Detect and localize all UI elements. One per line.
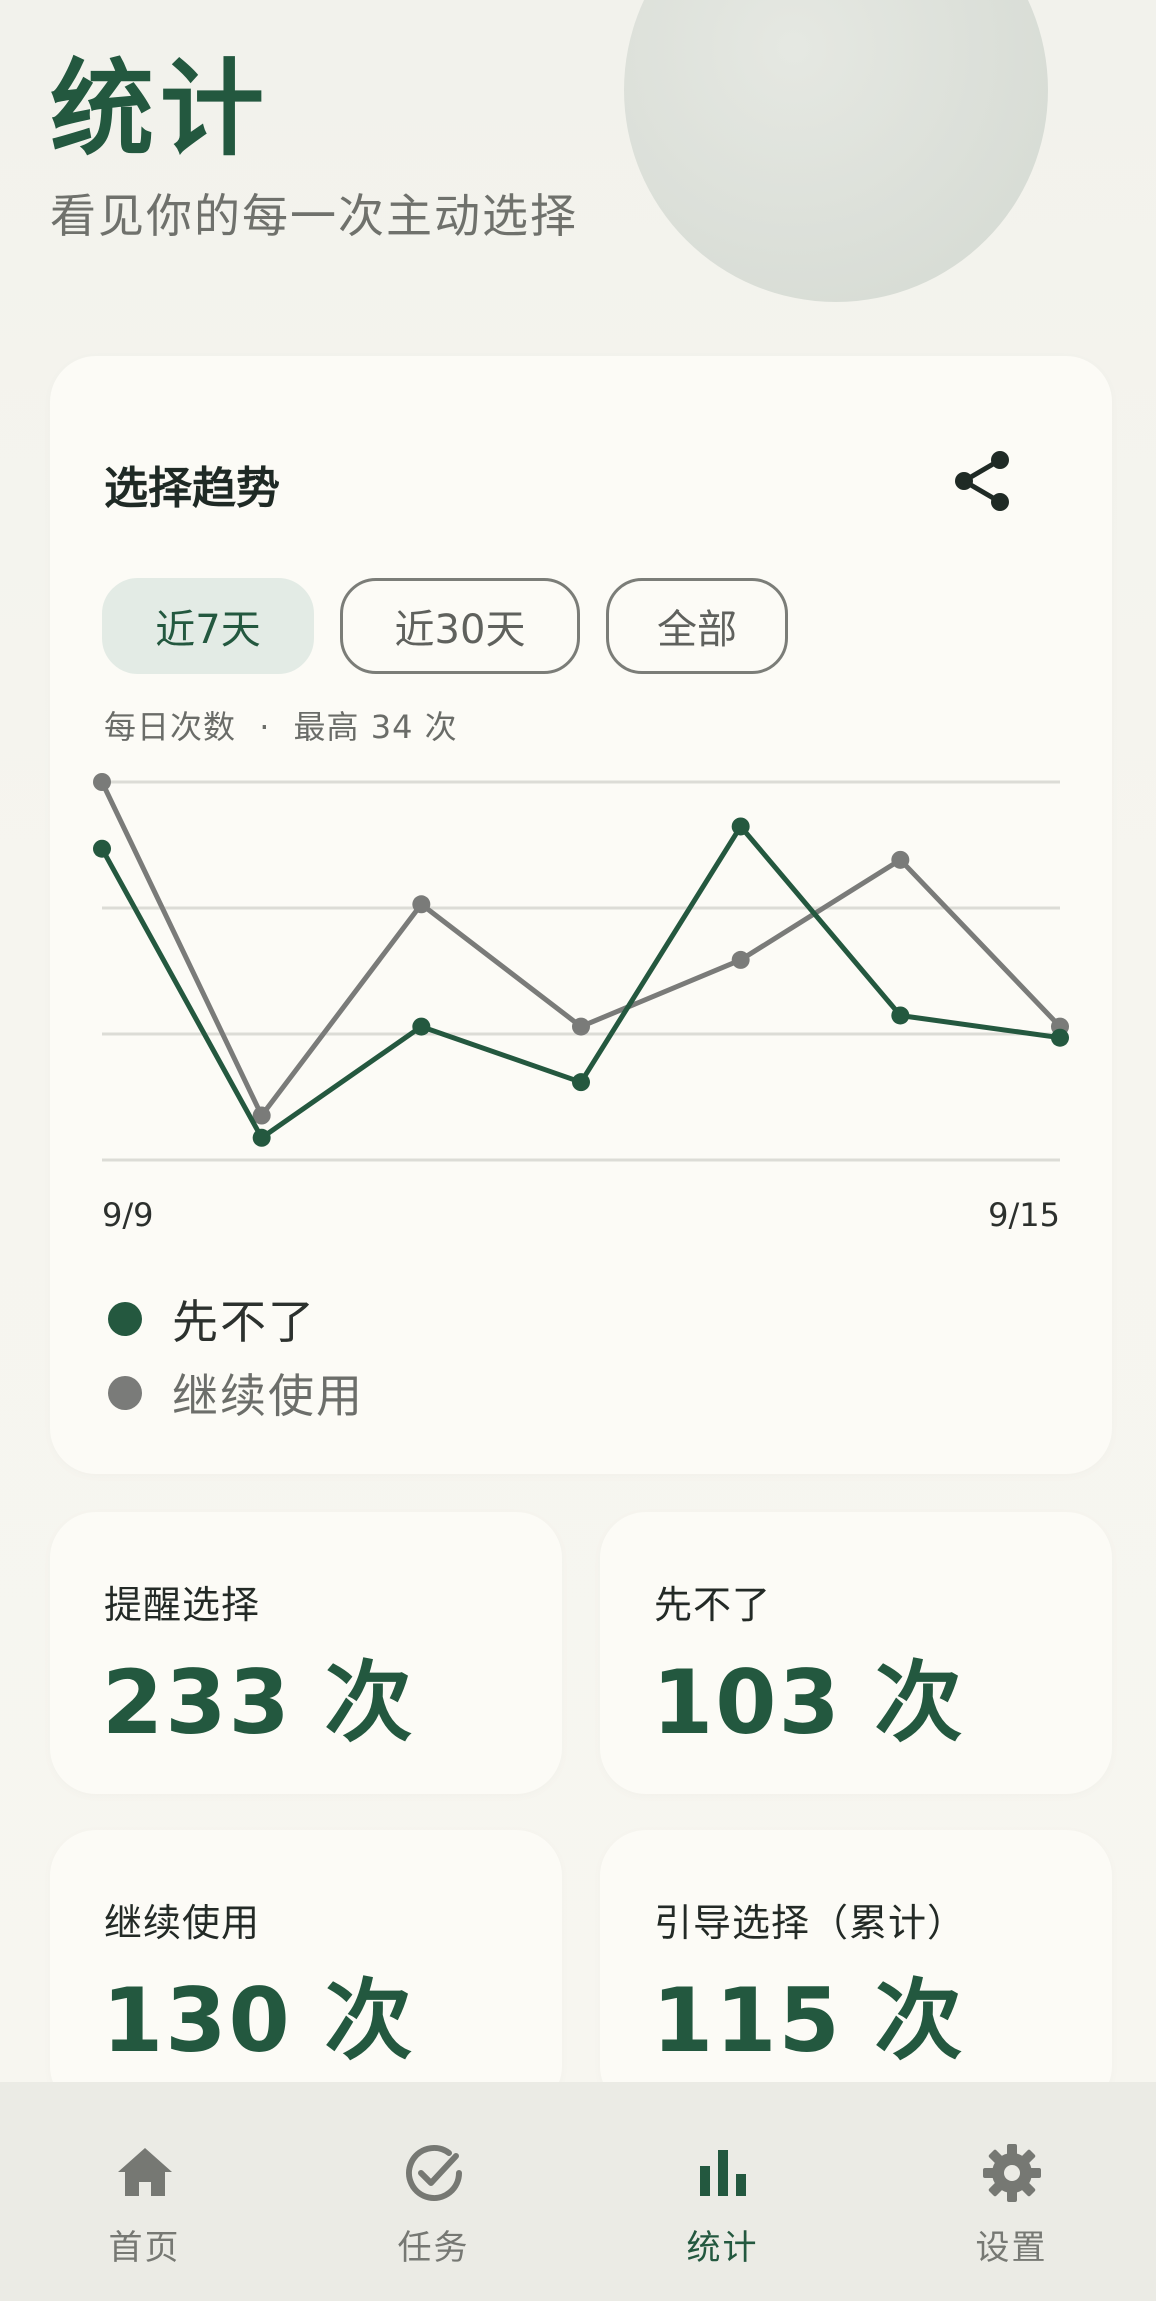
legend-dot-decline [108, 1302, 142, 1336]
nav-item-stats[interactable]: 统计 [578, 2082, 867, 2301]
legend-label-decline: 先不了 [172, 1295, 316, 1349]
x-tick-label-end: 9/15 [988, 1196, 1060, 1234]
stat-card-guided: 引导选择（累计） 115 次 [600, 1830, 1112, 2112]
series-1-point [412, 895, 431, 914]
nav-item-home[interactable]: 首页 [0, 2082, 289, 2301]
statistics-page: 统计 看见你的每一次主动选择 选择趋势 近7天 近30天 全部 每日次数 · 最… [0, 0, 1156, 2301]
nav-label-stats: 统计 [686, 2228, 759, 2268]
chart-legend: 先不了 继续使用 [108, 1282, 364, 1430]
series-1-point [572, 1017, 590, 1036]
series-0-point [572, 1073, 590, 1092]
legend-label-continue: 继续使用 [172, 1369, 364, 1423]
stat-value: 130 次 [102, 1969, 415, 2072]
series-1-point [93, 773, 111, 791]
home-icon [117, 2148, 172, 2196]
nav-item-settings[interactable]: 设置 [867, 2082, 1156, 2301]
nav-label-tasks: 任务 [397, 2228, 470, 2268]
nav-label-settings: 设置 [975, 2228, 1048, 2268]
series-0-point [1051, 1028, 1069, 1047]
gear-icon [982, 2144, 1041, 2202]
stat-card-reminders: 提醒选择 233 次 [50, 1512, 562, 1794]
stat-label: 先不了 [654, 1583, 772, 1627]
page-subtitle: 看见你的每一次主动选择 [50, 189, 578, 244]
stat-value: 233 次 [102, 1651, 415, 1754]
legend-item-continue: 继续使用 [108, 1356, 364, 1430]
stat-label: 提醒选择 [104, 1583, 261, 1627]
nav-item-tasks[interactable]: 任务 [289, 2082, 578, 2301]
legend-dot-continue [108, 1376, 142, 1410]
series-0-point [412, 1017, 431, 1036]
stat-card-declined: 先不了 103 次 [600, 1512, 1112, 1794]
x-tick-label-start: 9/9 [102, 1196, 154, 1234]
stat-label: 继续使用 [104, 1901, 261, 1945]
series-line-1 [99, 780, 1062, 1119]
series-0-point [93, 839, 111, 858]
bottom-nav: 首页 任务 统计 设置 [0, 2082, 1156, 2301]
trend-chart [93, 773, 1069, 1162]
stat-card-continued: 继续使用 130 次 [50, 1830, 562, 2112]
legend-item-decline: 先不了 [108, 1282, 364, 1356]
series-1-point [731, 950, 750, 969]
series-0-point [252, 1128, 271, 1147]
bar-chart-icon [699, 2150, 746, 2196]
decorative-circle [624, 0, 1048, 302]
stat-value: 115 次 [652, 1969, 965, 2072]
page-title: 统计 [50, 48, 271, 170]
check-circle-icon [405, 2145, 462, 2201]
stat-label: 引导选择（累计） [654, 1901, 967, 1945]
trend-card: 选择趋势 近7天 近30天 全部 每日次数 · 最高 34 次 9/9 9/15 [50, 356, 1112, 1474]
nav-label-home: 首页 [108, 2228, 181, 2268]
page-header: 统计 看见你的每一次主动选择 [50, 52, 578, 246]
stat-value: 103 次 [652, 1651, 965, 1754]
series-1-point [891, 850, 910, 869]
series-0-point [731, 817, 750, 836]
series-0-point [891, 1006, 910, 1025]
